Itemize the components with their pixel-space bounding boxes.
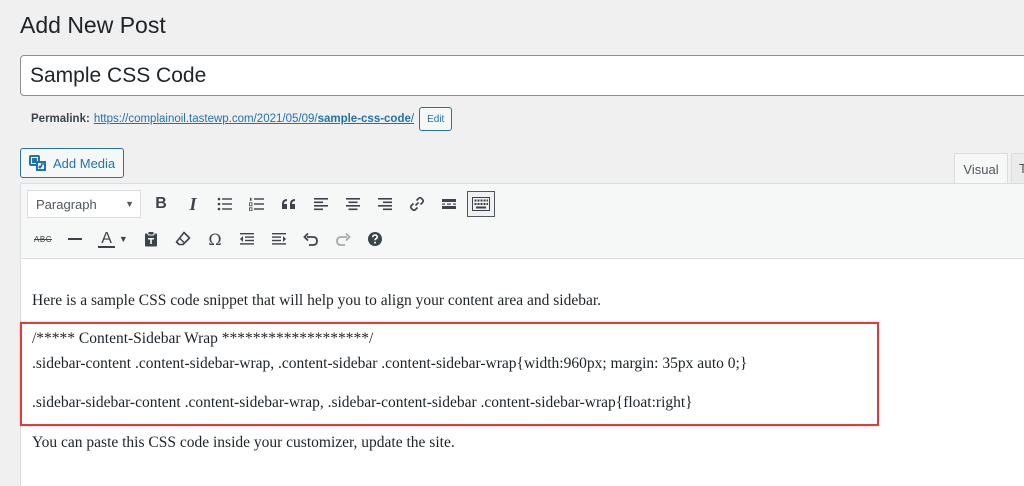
editor-toolbar: Paragraph ▼ B I ABC A ▼ Ω [21, 184, 1024, 259]
decrease-indent-button[interactable] [231, 225, 263, 253]
paste-as-text-button[interactable] [135, 225, 167, 253]
add-media-button[interactable]: Add Media [20, 148, 125, 178]
undo-icon [303, 232, 318, 246]
link-button[interactable] [401, 190, 433, 218]
numbered-list-button[interactable] [241, 190, 273, 218]
chevron-down-icon: ▼ [125, 199, 134, 209]
link-icon [409, 196, 425, 212]
add-media-label: Add Media [53, 155, 116, 171]
toolbar-toggle-icon [472, 197, 490, 211]
read-more-icon [442, 199, 456, 209]
paste-as-text-icon [145, 231, 157, 247]
bold-icon: B [155, 195, 167, 212]
post-title-input[interactable]: Sample CSS Code [20, 55, 1024, 96]
text-color-button[interactable]: A ▼ [91, 225, 135, 253]
numbered-list-icon [249, 197, 264, 211]
help-icon [368, 232, 382, 246]
clear-formatting-button[interactable] [167, 225, 199, 253]
permalink-link[interactable]: https://complainoil.tastewp.com/2021/05/… [94, 113, 414, 125]
code-line-1: /***** Content-Sidebar Wrap ************… [32, 330, 374, 347]
format-select[interactable]: Paragraph ▼ [27, 190, 141, 218]
horizontal-line-button[interactable] [59, 225, 91, 253]
editor-frame: Paragraph ▼ B I ABC A ▼ Ω Here is a samp… [20, 183, 1024, 486]
align-left-icon [314, 198, 328, 211]
redo-icon [336, 232, 351, 246]
bold-button[interactable]: B [145, 190, 177, 218]
edit-permalink-button[interactable]: Edit [419, 107, 453, 131]
align-right-button[interactable] [369, 190, 401, 218]
special-character-button[interactable]: Ω [199, 225, 231, 253]
special-character-icon: Ω [208, 229, 222, 249]
undo-button[interactable] [295, 225, 327, 253]
read-more-button[interactable] [433, 190, 465, 218]
toolbar-toggle-button[interactable] [467, 191, 495, 217]
permalink-base: https://complainoil.tastewp.com/2021/05/… [93, 113, 318, 125]
align-center-icon [346, 198, 360, 211]
blockquote-button[interactable] [273, 190, 305, 218]
align-right-icon [378, 198, 392, 211]
help-button[interactable] [359, 225, 391, 253]
clear-formatting-icon [175, 231, 191, 246]
bulleted-list-icon [217, 197, 232, 211]
align-center-button[interactable] [337, 190, 369, 218]
code-line-2: .sidebar-content .content-sidebar-wrap, … [32, 355, 748, 372]
tab-text[interactable]: Text [1011, 153, 1024, 184]
align-left-button[interactable] [305, 190, 337, 218]
italic-button[interactable]: I [177, 190, 209, 218]
strikethrough-button[interactable]: ABC [27, 225, 59, 253]
tab-visual[interactable]: Visual [954, 153, 1008, 184]
chevron-down-icon: ▼ [118, 234, 128, 244]
permalink-trail: / [410, 113, 415, 125]
toolbar-row-2: ABC A ▼ Ω [27, 225, 391, 253]
code-line-3: .sidebar-sidebar-content .content-sideba… [32, 394, 693, 411]
permalink-row: Permalink: https://complainoil.tastewp.c… [31, 107, 453, 131]
permalink-slug: sample-css-code [317, 113, 411, 125]
bulleted-list-button[interactable] [209, 190, 241, 218]
redo-button[interactable] [327, 225, 359, 253]
increase-indent-icon [272, 233, 286, 245]
decrease-indent-icon [240, 233, 254, 245]
permalink-label: Permalink: [31, 113, 90, 125]
toolbar-row-1: Paragraph ▼ B I [27, 190, 495, 218]
page-title: Add New Post [20, 12, 166, 38]
content-paragraph-1: Here is a sample CSS code snippet that w… [32, 292, 602, 309]
increase-indent-button[interactable] [263, 225, 295, 253]
text-color-icon: A [98, 230, 115, 248]
content-paragraph-2: You can paste this CSS code inside your … [32, 434, 455, 451]
italic-icon: I [189, 193, 197, 214]
strikethrough-icon: ABC [34, 234, 52, 244]
horizontal-line-icon [68, 238, 82, 240]
format-select-value: Paragraph [36, 196, 97, 212]
media-icon [29, 155, 47, 171]
blockquote-icon [282, 199, 295, 209]
